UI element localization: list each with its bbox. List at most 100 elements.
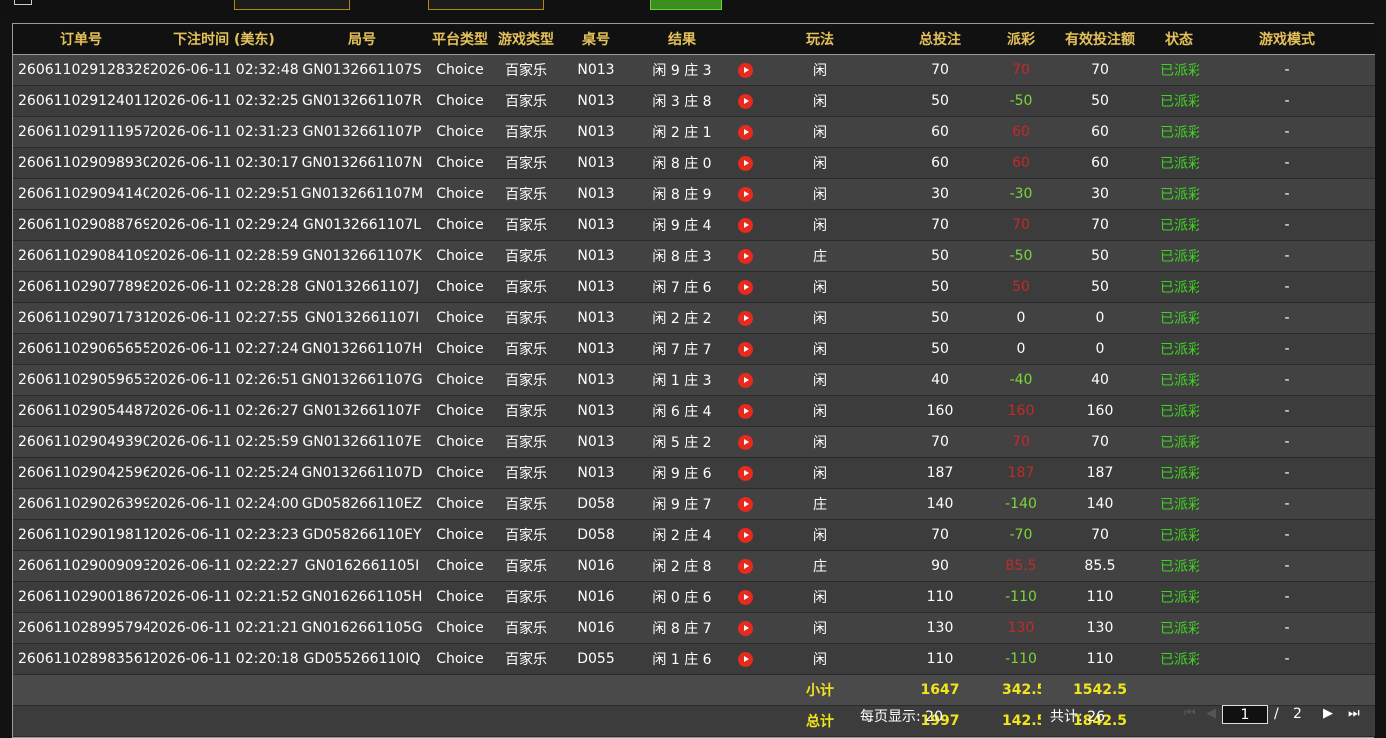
table-row: 260611029094140 2026-06-11 02:29:51 GN0132… [13,178,1375,210]
cell-play: 闲 [761,302,879,334]
cell-valid-bet: 40 [1041,364,1159,396]
cell-play: 闲 [761,209,879,241]
cell-video [729,333,761,365]
next-page-icon[interactable]: ▶ [1323,706,1333,721]
cell-platform: Choice [425,426,495,458]
play-circle-icon[interactable] [737,124,753,140]
cell-order-no: 260611029042596 [13,457,149,489]
cell-game-type: 百家乐 [495,116,557,148]
cell-play: 闲 [761,178,879,210]
cell-total-bet: 50 [879,85,1001,117]
cell-table-no: N013 [557,54,635,86]
play-circle-icon[interactable] [737,155,753,171]
start-date-field[interactable] [234,0,350,10]
calendar-icon[interactable] [14,0,32,5]
cell-table-no: N016 [557,550,635,582]
cell-order-no: 260611029071731 [13,302,149,334]
cell-game-type: 百家乐 [495,178,557,210]
cell-play: 闲 [761,612,879,644]
play-circle-icon[interactable] [737,527,753,543]
play-circle-icon[interactable] [737,589,753,605]
play-circle-icon[interactable] [737,434,753,450]
cell-table-no: N013 [557,364,635,396]
cell-result: 闲 8 庄 9 [635,178,729,210]
cell-payout: -70 [1001,519,1041,551]
cell-video [729,643,761,675]
col-round-no: 局号 [299,24,425,55]
cell-platform: Choice [425,54,495,86]
cell-table-no: N013 [557,178,635,210]
col-bet-time: 下注时间 (美东) [149,24,299,55]
first-page-icon[interactable]: ⏮ [1184,706,1196,721]
end-date-field[interactable] [428,0,544,10]
cell-video [729,457,761,489]
cell-status: 已派彩 [1159,85,1199,117]
cell-game-mode: - [1199,240,1375,272]
table-row: 260611029059653 2026-06-11 02:26:51 GN0132… [13,364,1375,396]
play-circle-icon[interactable] [737,341,753,357]
play-circle-icon[interactable] [737,186,753,202]
cell-game-mode: - [1199,116,1375,148]
play-circle-icon[interactable] [737,372,753,388]
table-row: 260611029001867 2026-06-11 02:21:52 GN0162… [13,581,1375,613]
page-number-input[interactable] [1222,705,1268,724]
cell-video [729,488,761,520]
play-circle-icon[interactable] [737,279,753,295]
table-row: 260611029049390 2026-06-11 02:25:59 GN0132… [13,426,1375,458]
play-circle-icon[interactable] [737,93,753,109]
top-filter-bar [0,0,1386,22]
cell-order-no: 260611028983561 [13,643,149,675]
cell-result: 闲 8 庄 7 [635,612,729,644]
cell-bet-time: 2026-06-11 02:26:51 [149,364,299,396]
play-circle-icon[interactable] [737,310,753,326]
cell-round-no: GN0132661107P [299,116,425,148]
page-separator: / [1274,706,1279,722]
play-circle-icon[interactable] [737,496,753,512]
play-circle-icon[interactable] [737,248,753,264]
cell-status: 已派彩 [1159,643,1199,675]
cell-table-no: N013 [557,147,635,179]
table-header-row: 订单号 下注时间 (美东) 局号 平台类型 游戏类型 桌号 结果 玩法 总投注 … [13,24,1375,55]
cell-payout: -40 [1001,364,1041,396]
table-row: 260611029088769 2026-06-11 02:29:24 GN0132… [13,209,1375,241]
play-circle-icon[interactable] [737,217,753,233]
cell-game-type: 百家乐 [495,426,557,458]
cell-table-no: N013 [557,209,635,241]
play-circle-icon[interactable] [737,403,753,419]
cell-round-no: GN0132661107M [299,178,425,210]
cell-order-no: 260611029084109 [13,240,149,272]
cell-platform: Choice [425,581,495,613]
cell-result: 闲 2 庄 1 [635,116,729,148]
cell-bet-time: 2026-06-11 02:31:23 [149,116,299,148]
cell-platform: Choice [425,333,495,365]
cell-video [729,271,761,303]
cell-valid-bet: 187 [1041,457,1159,489]
cell-order-no: 260611028995794 [13,612,149,644]
play-circle-icon[interactable] [737,62,753,78]
play-circle-icon[interactable] [737,651,753,667]
cell-platform: Choice [425,147,495,179]
table-row: 260611029019811 2026-06-11 02:23:23 GD0582… [13,519,1375,551]
cell-bet-time: 2026-06-11 02:26:27 [149,395,299,427]
search-button[interactable] [650,0,722,10]
play-circle-icon[interactable] [737,558,753,574]
cell-video [729,85,761,117]
cell-valid-bet: 70 [1041,209,1159,241]
cell-result: 闲 8 庄 0 [635,147,729,179]
cell-status: 已派彩 [1159,54,1199,86]
cell-bet-time: 2026-06-11 02:27:55 [149,302,299,334]
cell-table-no: N013 [557,240,635,272]
cell-total-bet: 110 [879,643,1001,675]
cell-payout: 70 [1001,209,1041,241]
play-circle-icon[interactable] [737,465,753,481]
cell-video [729,519,761,551]
cell-total-bet: 70 [879,54,1001,86]
cell-platform: Choice [425,395,495,427]
play-circle-icon[interactable] [737,620,753,636]
cell-video [729,395,761,427]
cell-round-no: GD058266110EZ [299,488,425,520]
last-page-icon[interactable]: ⏭ [1348,706,1360,721]
prev-page-icon[interactable]: ◀ [1206,706,1216,721]
cell-table-no: N013 [557,85,635,117]
cell-bet-time: 2026-06-11 02:24:00 [149,488,299,520]
